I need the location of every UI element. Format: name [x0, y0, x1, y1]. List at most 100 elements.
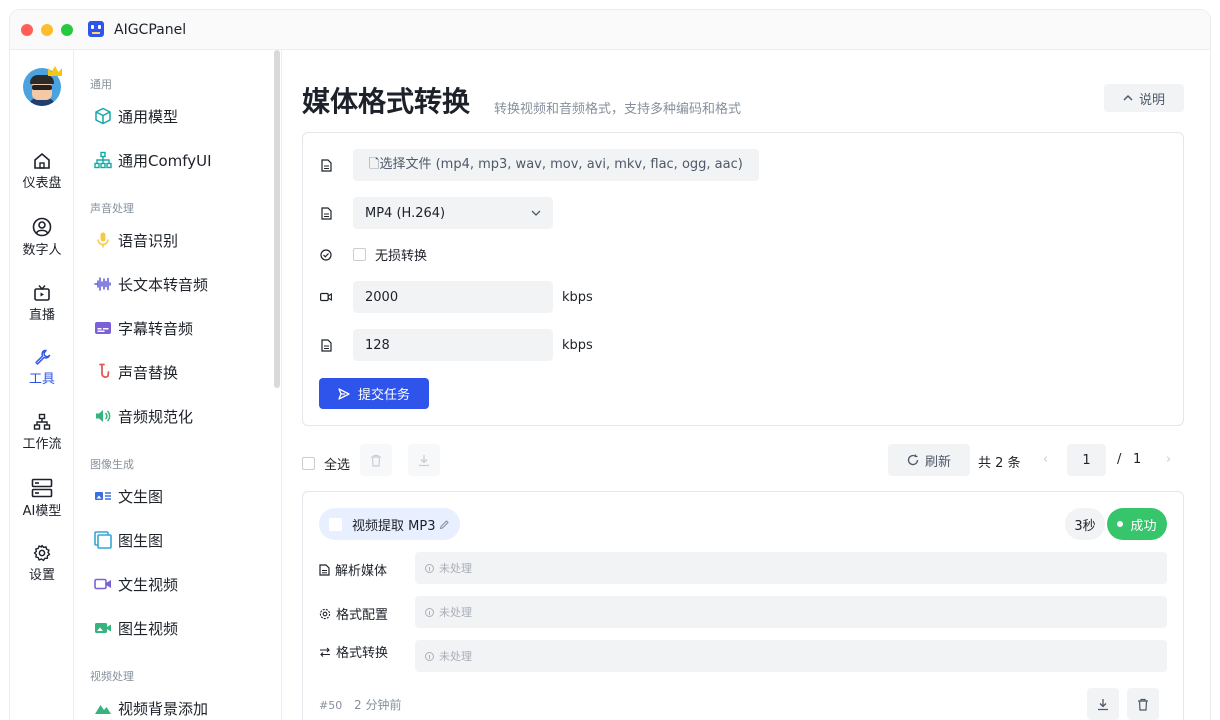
menu-item-text-to-image[interactable]: 文生图: [94, 481, 163, 511]
task-download-button[interactable]: [1087, 688, 1119, 720]
waveform-icon: [94, 275, 112, 293]
rail-item-workflow[interactable]: 工作流: [10, 413, 74, 452]
trash-icon: [371, 454, 381, 467]
bulk-download-button[interactable]: [408, 444, 440, 476]
rail-item-label: 直播: [28, 308, 55, 323]
help-button[interactable]: 说明: [1104, 84, 1184, 112]
speaker-icon: [94, 407, 112, 425]
page-title: 媒体格式转换: [302, 85, 471, 118]
info-icon: [425, 563, 434, 573]
step-status: 未处理: [415, 596, 1167, 628]
tools-menu: 通用 通用模型 通用ComfyUI 声音处理 语音识别 长文本转音频 字幕转音频…: [74, 50, 282, 720]
rail-item-label: 仪表盘: [22, 176, 62, 191]
trash-icon: [1138, 698, 1148, 711]
title-bar: AIGCPanel: [10, 10, 1210, 50]
lossless-checkbox[interactable]: [353, 248, 366, 261]
page-input[interactable]: 1: [1067, 444, 1106, 476]
menu-scrollbar[interactable]: [274, 50, 280, 388]
file-icon: [319, 563, 330, 576]
menu-group-audio: 声音处理: [90, 202, 134, 215]
total-count: 共 2 条: [978, 456, 1021, 471]
select-all-checkbox[interactable]: [302, 457, 315, 470]
microphone-icon: [94, 231, 112, 249]
task-title-tag[interactable]: 视频提取 MP3: [319, 508, 461, 540]
video-bitrate-row: 2000 kbps: [319, 281, 593, 313]
task-id: #50: [319, 699, 343, 712]
maximize-window-button[interactable]: [61, 24, 73, 36]
menu-item-long-text-to-audio[interactable]: 长文本转音频: [94, 269, 208, 299]
format-select[interactable]: MP4 (H.264): [353, 197, 553, 229]
rail-item-tools[interactable]: 工具: [10, 348, 74, 387]
menu-item-audio-normalize[interactable]: 音频规范化: [94, 401, 193, 431]
mountain-icon: [94, 699, 112, 717]
info-icon: [425, 607, 434, 617]
menu-group-video: 视频处理: [90, 670, 134, 683]
lossless-label: 无损转换: [375, 249, 428, 264]
next-page-button[interactable]: ›: [1166, 452, 1171, 467]
task-delete-button[interactable]: [1127, 688, 1159, 720]
file-row: 🗋选择文件 (mp4, mp3, wav, mov, avi, mkv, fla…: [319, 149, 759, 181]
close-window-button[interactable]: [21, 24, 33, 36]
subtitles-icon: [94, 319, 112, 337]
prev-page-button[interactable]: ‹: [1043, 452, 1048, 467]
task-card: 视频提取 MP3 3秒 成功 解析媒体 未处理 格式配置 未处理 格式转换 未处…: [302, 491, 1184, 720]
audio-bitrate-input[interactable]: 128: [353, 329, 553, 361]
menu-item-general-model[interactable]: 通用模型: [94, 101, 178, 131]
rail-item-settings[interactable]: 设置: [10, 544, 74, 583]
chevron-up-icon: [1123, 94, 1133, 101]
image-text-icon: [94, 487, 112, 505]
convert-form: 🗋选择文件 (mp4, mp3, wav, mov, avi, mkv, fla…: [302, 132, 1184, 426]
app-title: AIGCPanel: [114, 22, 187, 38]
audio-bitrate-unit: kbps: [562, 337, 593, 353]
refresh-button[interactable]: 刷新: [888, 444, 970, 476]
bulk-delete-button[interactable]: [360, 444, 392, 476]
menu-item-voice-replace[interactable]: 声音替换: [94, 357, 178, 387]
audio-bitrate-row: 128 kbps: [319, 329, 593, 361]
menu-item-general-comfyui[interactable]: 通用ComfyUI: [94, 145, 212, 175]
user-circle-icon: [32, 217, 52, 237]
send-icon: [338, 387, 350, 400]
menu-item-image-to-image[interactable]: 图生图: [94, 525, 163, 555]
submit-task-button[interactable]: 提交任务: [319, 378, 429, 409]
nav-rail: 仪表盘 数字人 直播 工具 工作流 AI模型 设置: [10, 50, 74, 720]
minimize-window-button[interactable]: [41, 24, 53, 36]
status-dot-icon: [1117, 521, 1124, 527]
rail-item-live[interactable]: 直播: [10, 284, 74, 323]
select-all[interactable]: 全选: [302, 454, 350, 473]
menu-group-general: 通用: [90, 78, 112, 91]
video-camera-icon: [94, 575, 112, 593]
rail-item-ai-model[interactable]: AI模型: [10, 478, 74, 519]
menu-item-subtitle-to-audio[interactable]: 字幕转音频: [94, 313, 193, 343]
menu-item-text-to-video[interactable]: 文生视频: [94, 569, 178, 599]
page-total: 1: [1133, 452, 1142, 467]
download-icon: [1098, 698, 1108, 710]
task-meta: #50 2 分钟前: [319, 696, 402, 713]
menu-item-image-to-video[interactable]: 图生视频: [94, 613, 178, 643]
menu-item-speech-recognition[interactable]: 语音识别: [94, 225, 178, 255]
gear-icon: [319, 608, 331, 619]
rail-item-dashboard[interactable]: 仪表盘: [10, 152, 74, 191]
main-content: 媒体格式转换 转换视频和音频格式，支持多种编码和格式 说明 🗋选择文件 (mp4…: [282, 50, 1210, 720]
tv-icon: [34, 285, 50, 301]
rail-item-label: 工具: [28, 372, 55, 387]
step-status: 未处理: [415, 640, 1167, 672]
chevron-down-icon: [531, 210, 541, 216]
task-duration: 3秒: [1065, 508, 1105, 540]
rail-item-label: AI模型: [22, 504, 62, 519]
task-title: 视频提取 MP3: [352, 518, 436, 534]
home-icon: [34, 152, 50, 169]
task-checkbox[interactable]: [329, 517, 342, 531]
video-icon: [319, 290, 333, 304]
rail-item-digital-human[interactable]: 数字人: [10, 217, 74, 258]
select-file-button[interactable]: 🗋选择文件 (mp4, mp3, wav, mov, avi, mkv, fla…: [353, 149, 759, 181]
task-toolbar: 全选 刷新 共 2 条 ‹ 1 / 1 ›: [302, 444, 1184, 476]
refresh-icon: [907, 454, 919, 466]
task-step: 格式转换 未处理: [319, 640, 1167, 672]
swap-icon: [320, 647, 330, 657]
app-window: AIGCPanel 仪表盘 数字人 直播 工具 工作流 AI模型 设置 通用 通…: [10, 10, 1210, 720]
menu-item-video-background[interactable]: 视频背景添加: [94, 693, 208, 720]
workflow-icon: [33, 413, 51, 430]
info-icon: [425, 651, 434, 661]
pencil-icon[interactable]: [439, 519, 450, 530]
video-bitrate-input[interactable]: 2000: [353, 281, 553, 313]
